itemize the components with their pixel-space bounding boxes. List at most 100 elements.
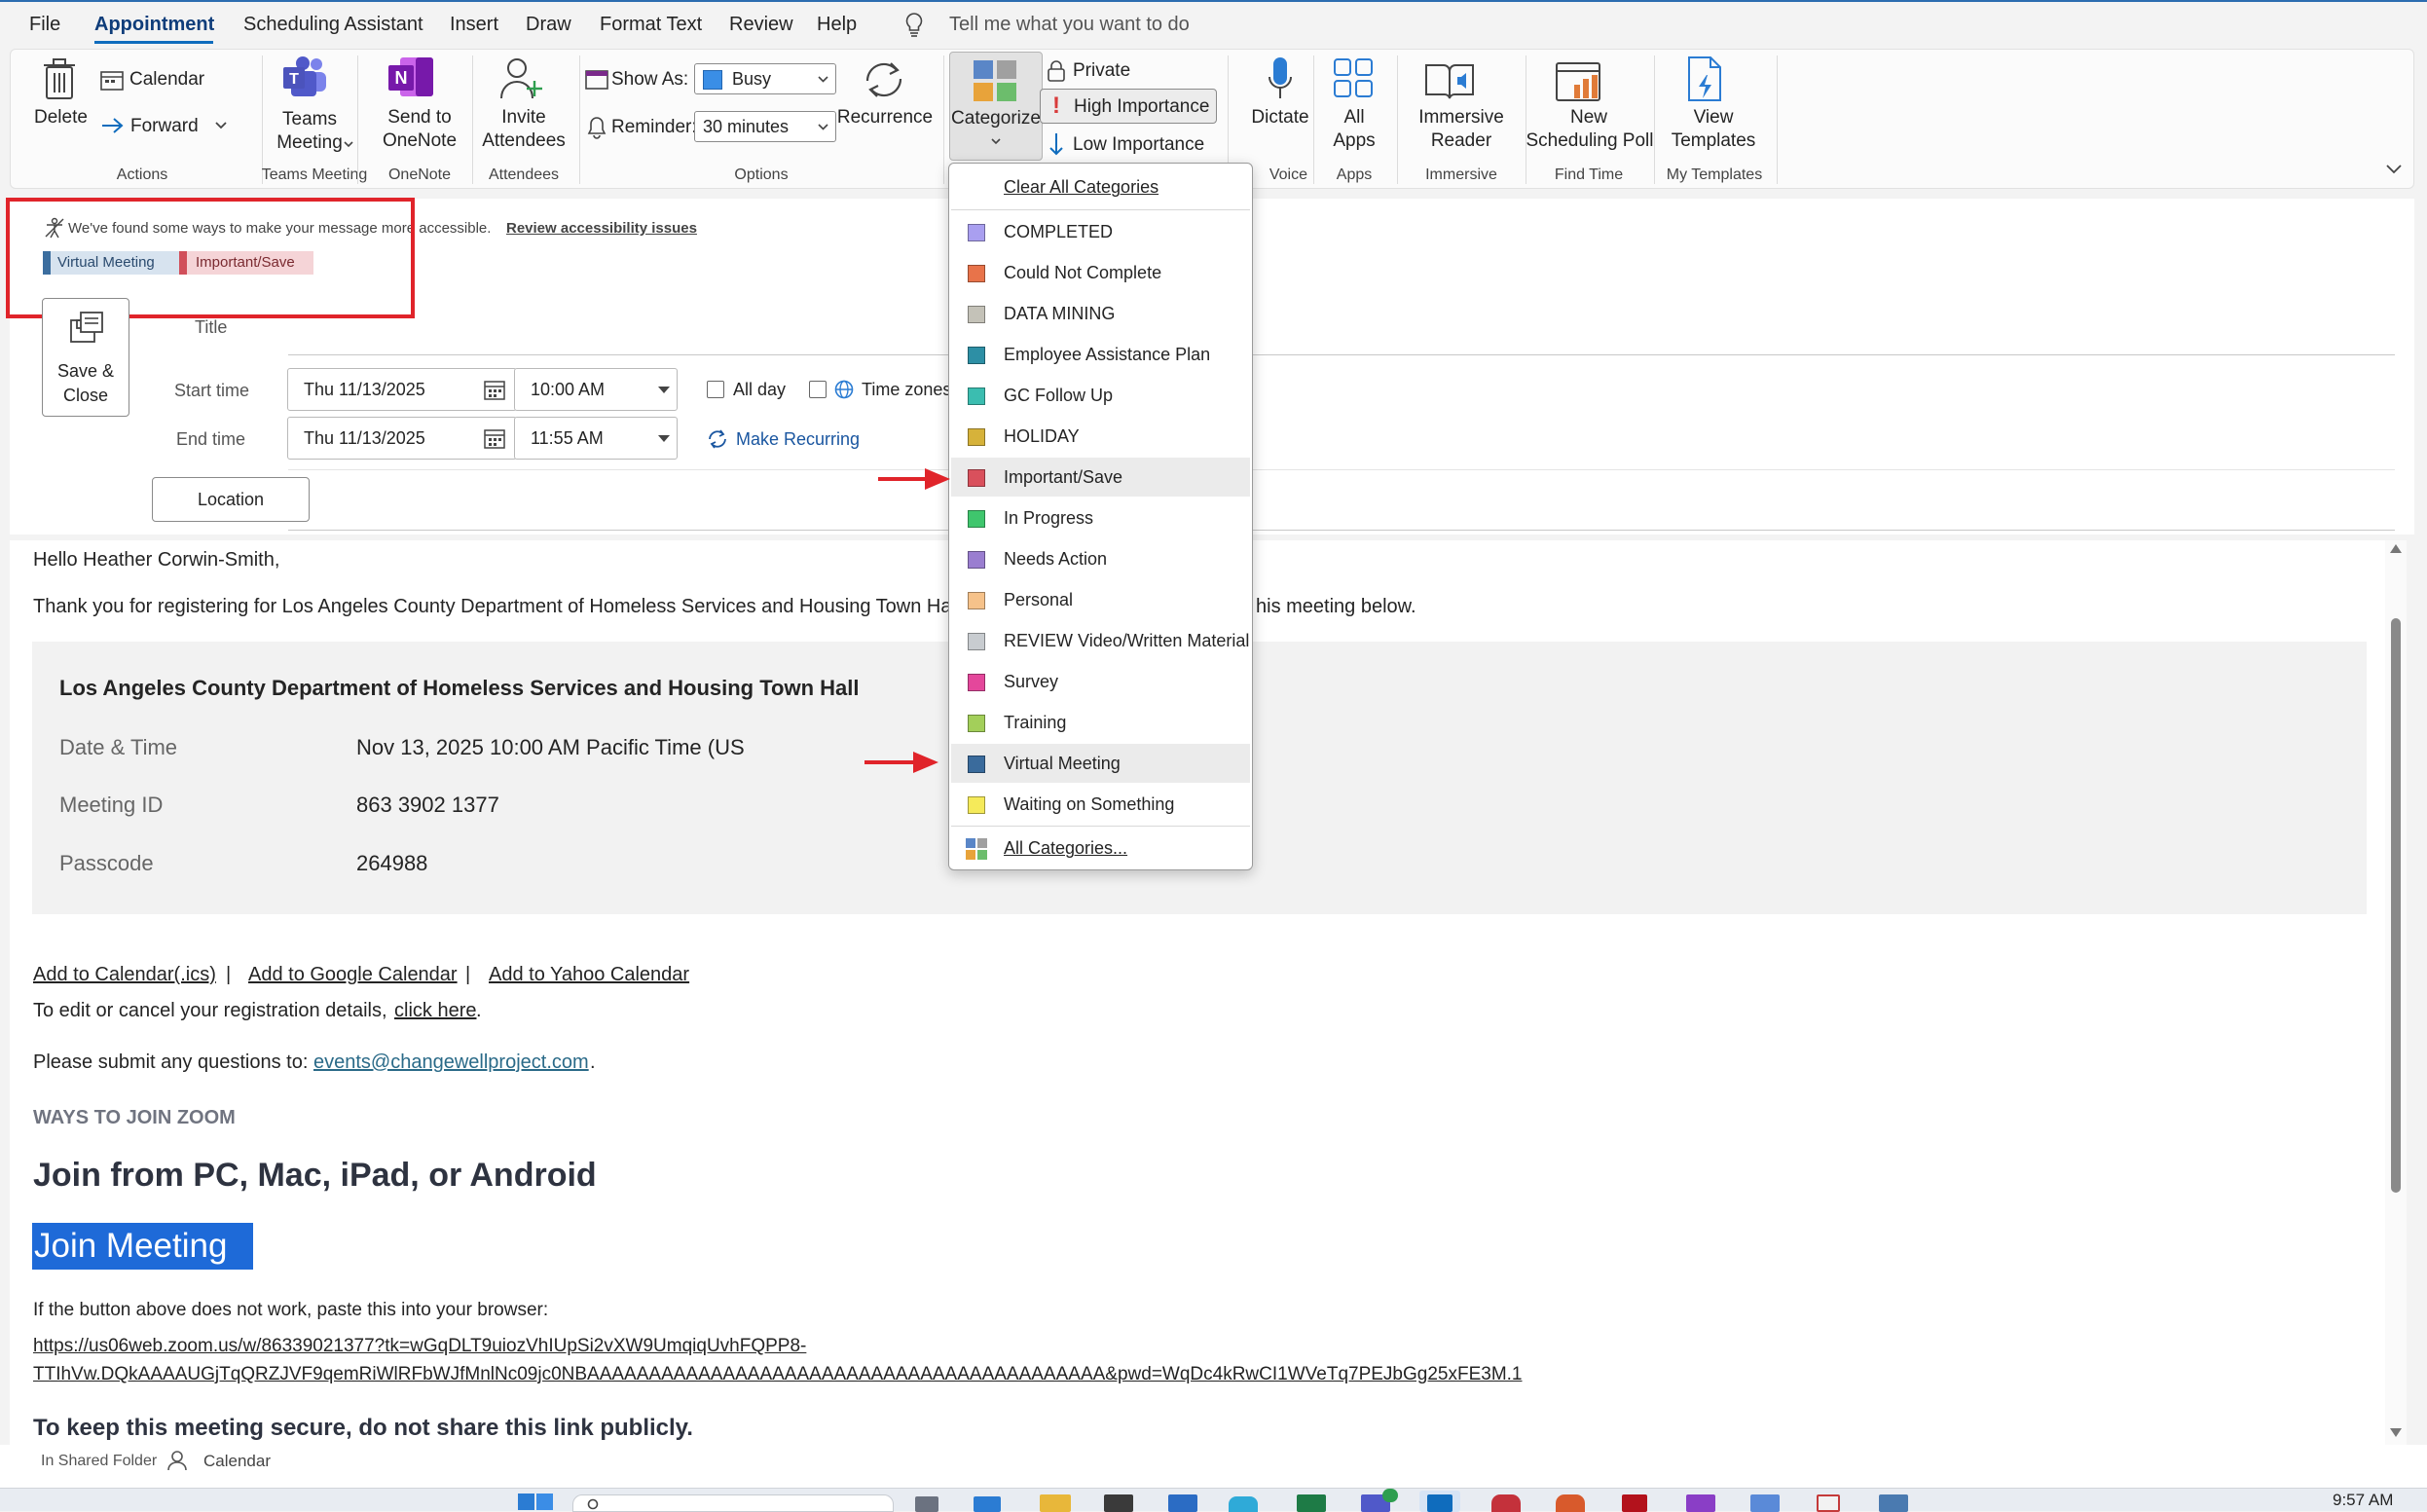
tell-me-search[interactable]: Tell me what you want to do	[949, 14, 1190, 36]
menu-review[interactable]: Review	[729, 14, 793, 36]
add-to-google-calendar-link[interactable]: Add to Google Calendar	[248, 964, 458, 986]
categorize-button[interactable]: Categorize	[949, 52, 1043, 161]
category-item-data-mining[interactable]: DATA MINING	[951, 294, 1250, 333]
send-to-onenote-line2[interactable]: OneNote	[371, 129, 468, 153]
scroll-thumb[interactable]	[2391, 618, 2401, 1193]
new-scheduling-poll-line2[interactable]: Scheduling Poll	[1520, 129, 1660, 153]
menu-scheduling-assistant[interactable]: Scheduling Assistant	[243, 14, 423, 36]
zoom-url-line2[interactable]: TTIhVw.DQkAAAAUGjTqQRZJVF9qemRiWlRFbWJfM…	[33, 1364, 1523, 1385]
recurrence-icon[interactable]	[860, 57, 908, 102]
private-button[interactable]: Private	[1073, 59, 1130, 83]
dictate-button[interactable]: Dictate	[1232, 106, 1329, 129]
taskbar-app-icon[interactable]	[1556, 1494, 1585, 1512]
category-item-review-video-written-material[interactable]: REVIEW Video/Written Material	[951, 621, 1250, 660]
immersive-reader-line2[interactable]: Reader	[1401, 129, 1522, 153]
scroll-down-arrow-icon[interactable]	[2390, 1428, 2402, 1437]
show-as-dropdown[interactable]: Busy	[694, 63, 836, 94]
menu-file[interactable]: File	[29, 14, 60, 36]
category-item-employee-assistance-plan[interactable]: Employee Assistance Plan	[951, 335, 1250, 374]
acrobat-icon[interactable]	[1622, 1494, 1647, 1512]
events-email-link[interactable]: events@changewellproject.com	[313, 1051, 589, 1074]
teams-meeting-line1[interactable]: Teams	[266, 108, 353, 131]
taskbar-app-icon[interactable]	[1491, 1494, 1521, 1512]
reminder-dropdown[interactable]: 30 minutes	[694, 111, 836, 142]
scheduling-poll-icon[interactable]	[1555, 57, 1603, 104]
end-time-dropdown[interactable]: 11:55 AM	[514, 417, 678, 460]
menu-appointment[interactable]: Appointment	[94, 14, 214, 36]
vertical-scrollbar[interactable]	[2385, 540, 2407, 1446]
teams-icon[interactable]: T	[281, 55, 328, 98]
low-importance-button[interactable]: Low Importance	[1073, 133, 1204, 157]
location-button[interactable]: Location	[152, 477, 310, 522]
terminal-icon[interactable]	[1104, 1494, 1133, 1512]
windows-start-icon[interactable]	[518, 1494, 553, 1511]
all-apps-line1[interactable]: All	[1315, 106, 1393, 129]
folder-icon[interactable]	[1040, 1494, 1071, 1512]
microphone-icon[interactable]	[1267, 55, 1294, 102]
calendar-picker-icon[interactable]	[483, 378, 506, 401]
taskbar-app-icon[interactable]	[1817, 1494, 1840, 1512]
category-item-important-save[interactable]: Important/Save	[951, 458, 1250, 497]
outlook-icon[interactable]	[1427, 1494, 1453, 1512]
recurrence-button[interactable]: Recurrence	[836, 106, 934, 129]
templates-icon[interactable]	[1685, 55, 1724, 102]
all-apps-icon[interactable]	[1333, 57, 1374, 100]
time-zones-checkbox[interactable]	[809, 381, 827, 398]
menu-format-text[interactable]: Format Text	[600, 14, 702, 36]
teams-meeting-line2[interactable]: Meeting	[266, 131, 353, 155]
taskbar-app-icon[interactable]	[974, 1496, 1001, 1512]
category-item-needs-action[interactable]: Needs Action	[951, 539, 1250, 578]
onenote-taskbar-icon[interactable]	[1686, 1494, 1715, 1512]
join-meeting-button[interactable]: Join Meeting	[32, 1223, 253, 1270]
chevron-down-icon[interactable]	[344, 141, 353, 148]
menu-insert[interactable]: Insert	[450, 14, 498, 36]
make-recurring-link[interactable]: Make Recurring	[736, 429, 860, 450]
high-importance-button[interactable]: ! High Importance	[1040, 89, 1217, 124]
add-to-calendar-ics-link[interactable]: Add to Calendar(.ics)	[33, 964, 216, 986]
add-to-yahoo-calendar-link[interactable]: Add to Yahoo Calendar	[489, 964, 689, 986]
taskbar-app-icon[interactable]	[1168, 1494, 1197, 1512]
category-item-training[interactable]: Training	[951, 703, 1250, 742]
category-item-gc-follow-up[interactable]: GC Follow Up	[951, 376, 1250, 415]
click-here-link[interactable]: click here	[394, 1000, 476, 1022]
edge-icon[interactable]	[1229, 1496, 1258, 1512]
invite-attendees-line2[interactable]: Attendees	[474, 129, 573, 153]
taskbar-search-box[interactable]	[572, 1494, 894, 1512]
all-categories-item[interactable]: All Categories...	[951, 829, 1250, 867]
start-date-field[interactable]: Thu 11/13/2025	[287, 368, 517, 411]
all-day-checkbox[interactable]	[707, 381, 724, 398]
category-item-waiting-on-something[interactable]: Waiting on Something	[951, 785, 1250, 824]
taskbar-app-icon[interactable]	[1879, 1494, 1908, 1512]
start-time-dropdown[interactable]: 10:00 AM	[514, 368, 678, 411]
category-item-virtual-meeting[interactable]: Virtual Meeting	[951, 744, 1250, 783]
category-item-personal[interactable]: Personal	[951, 580, 1250, 619]
delete-icon[interactable]	[42, 57, 77, 100]
review-accessibility-link[interactable]: Review accessibility issues	[506, 220, 697, 237]
taskbar-app-icon[interactable]	[915, 1496, 938, 1512]
menu-help[interactable]: Help	[817, 14, 857, 36]
delete-button[interactable]: Delete	[34, 106, 88, 129]
invite-attendees-line1[interactable]: Invite	[474, 106, 573, 129]
calendar-button[interactable]: Calendar	[129, 68, 204, 92]
category-item-survey[interactable]: Survey	[951, 662, 1250, 701]
location-input-underline[interactable]	[288, 530, 2395, 531]
category-item-completed[interactable]: COMPLETED	[951, 212, 1250, 251]
immersive-reader-icon[interactable]	[1424, 59, 1475, 102]
invite-attendees-icon[interactable]	[497, 55, 544, 102]
title-input-underline[interactable]	[288, 354, 2395, 355]
category-item-in-progress[interactable]: In Progress	[951, 498, 1250, 537]
category-item-holiday[interactable]: HOLIDAY	[951, 417, 1250, 456]
immersive-reader-line1[interactable]: Immersive	[1401, 106, 1522, 129]
zoom-url-line1[interactable]: https://us06web.zoom.us/w/86339021377?tk…	[33, 1336, 806, 1357]
view-templates-line1[interactable]: View	[1660, 106, 1767, 129]
clear-all-categories-item[interactable]: Clear All Categories	[951, 167, 1250, 206]
view-templates-line2[interactable]: Templates	[1660, 129, 1767, 153]
chevron-down-icon[interactable]	[215, 122, 227, 129]
forward-button[interactable]: Forward	[130, 115, 199, 138]
menu-draw[interactable]: Draw	[526, 14, 571, 36]
end-date-field[interactable]: Thu 11/13/2025	[287, 417, 517, 460]
category-item-could-not-complete[interactable]: Could Not Complete	[951, 253, 1250, 292]
save-close-button[interactable]: Save & Close	[42, 298, 129, 417]
collapse-ribbon-chevron-icon[interactable]	[2386, 165, 2402, 174]
calendar-taskbar-icon[interactable]	[1750, 1494, 1780, 1512]
